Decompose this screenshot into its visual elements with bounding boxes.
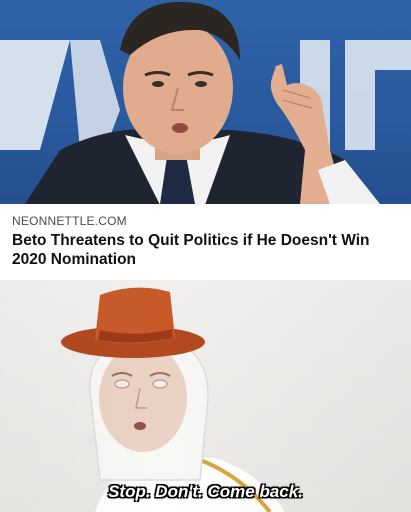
politician-illustration xyxy=(0,1,411,204)
mouth xyxy=(172,123,188,133)
news-headline[interactable]: Beto Threatens to Quit Politics if He Do… xyxy=(12,231,402,269)
news-source: NEONNETTLE.COM xyxy=(12,214,127,228)
movie-subtitle: Stop. Don't. Come back. xyxy=(108,482,303,501)
banner-letter-shape xyxy=(0,40,70,150)
vignette xyxy=(0,280,411,512)
news-headline-card[interactable]: NEONNETTLE.COM Beto Threatens to Quit Po… xyxy=(0,204,411,281)
politician-photo xyxy=(0,0,411,204)
movie-still xyxy=(0,280,411,512)
